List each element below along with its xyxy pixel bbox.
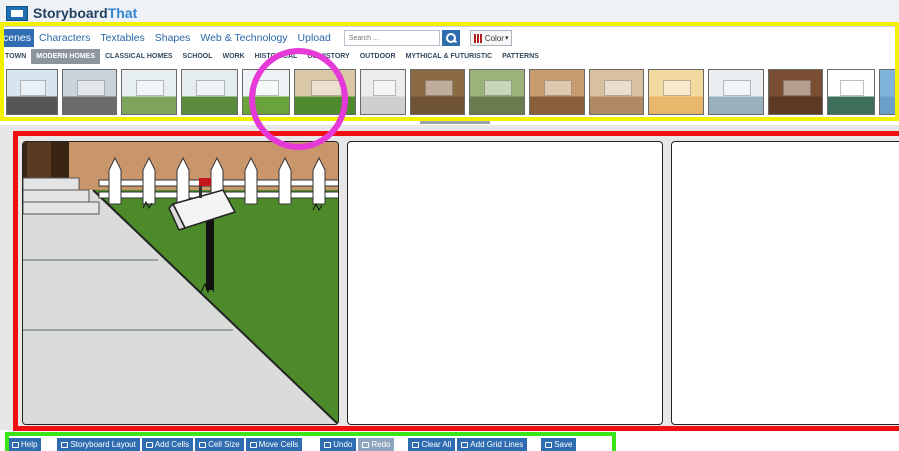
thumbnail-detail-icon — [663, 80, 691, 96]
thumbnail-detail-icon — [544, 80, 572, 96]
trash-icon — [412, 441, 420, 448]
grid-icon — [145, 441, 153, 448]
thumbnail-detail-icon — [20, 80, 46, 96]
tab-shapes[interactable]: Shapes — [150, 29, 196, 47]
category-patterns[interactable]: PATTERNS — [497, 49, 544, 64]
category-historical[interactable]: HISTORICAL — [250, 49, 303, 64]
category-modern-homes[interactable]: MODERN HOMES — [31, 49, 100, 64]
storyboardthat-logo-icon — [6, 5, 28, 21]
cell-size-button[interactable]: Cell Size — [195, 438, 244, 451]
color-dropdown-button[interactable]: Color ▾ — [469, 30, 513, 46]
category-classical-homes[interactable]: CLASSICAL HOMES — [100, 49, 178, 64]
storyboard-layout-label: Storyboard Layout — [70, 440, 136, 449]
scene-thumbnail-kids-bedroom[interactable] — [879, 69, 899, 115]
scene-thumbnail-green-room[interactable] — [469, 69, 525, 115]
tab-scenes[interactable]: cenes — [0, 29, 35, 47]
clear-all-button[interactable]: Clear All — [408, 438, 456, 451]
tab-web-technology[interactable]: Web & Technology — [195, 29, 292, 47]
storyboard-cell-2[interactable] — [347, 141, 663, 425]
caret-down-icon: ▾ — [504, 35, 509, 42]
storyboard-cell-3[interactable] — [671, 141, 899, 425]
thumbnail-detail-icon — [425, 80, 453, 96]
undo-label: Undo — [333, 440, 353, 449]
search-input[interactable] — [343, 30, 440, 46]
app-header: Storyboard That — [0, 0, 899, 27]
storyboard-toolbar: Help Storyboard Layout Add Cells Cell Si… — [0, 438, 899, 451]
color-grid-icon — [473, 33, 483, 43]
scene-thumbnail-yellow-houses[interactable] — [121, 69, 177, 115]
redo-icon — [362, 441, 370, 448]
move-cells-label: Move Cells — [258, 440, 299, 449]
add-cells-label: Add Cells — [154, 440, 190, 449]
undo-button[interactable]: Undo — [320, 438, 357, 451]
storyboard-layout-button[interactable]: Storyboard Layout — [57, 438, 140, 451]
thumbnail-detail-icon — [311, 80, 342, 96]
scene-thumbnail-tv-room-green[interactable] — [827, 69, 875, 115]
storyboard-cell-1[interactable] — [22, 141, 339, 425]
clear-all-label: Clear All — [421, 440, 452, 449]
scene-thumbnail-hallway[interactable] — [589, 69, 644, 115]
grid-lines-icon — [461, 441, 469, 448]
category-school[interactable]: SCHOOL — [178, 49, 218, 64]
scene-thumbnail-strip — [0, 64, 899, 118]
scene-thumbnail-white-house[interactable] — [242, 69, 290, 115]
thumbnail-detail-icon — [136, 80, 164, 96]
tab-characters[interactable]: Characters — [34, 29, 95, 47]
help-label: Help — [21, 440, 38, 449]
thumbnail-detail-icon — [196, 80, 225, 96]
add-grid-lines-button[interactable]: Add Grid Lines — [457, 438, 528, 451]
category-mythical-futuristic[interactable]: MYTHICAL & FUTURISTIC — [401, 49, 498, 64]
add-cells-button[interactable]: Add Cells — [141, 438, 194, 451]
category-work[interactable]: WORK — [218, 49, 250, 64]
help-button[interactable]: Help — [8, 438, 42, 451]
category-town[interactable]: TOWN — [0, 49, 31, 64]
thumbnail-detail-icon — [77, 80, 105, 96]
thumbnail-detail-icon — [255, 80, 279, 96]
tab-upload[interactable]: Upload — [293, 29, 336, 47]
thumbnail-detail-icon — [894, 80, 899, 96]
thumbnail-detail-icon — [484, 80, 512, 96]
add-grid-lines-label: Add Grid Lines — [470, 440, 524, 449]
thumbnail-scrollbar[interactable] — [420, 121, 490, 124]
logo-text-storyboard: Storyboard — [33, 5, 108, 21]
scene-thumbnail-sidewalk-fence[interactable] — [294, 69, 356, 115]
search-button[interactable] — [441, 30, 460, 46]
save-icon — [545, 441, 553, 448]
tab-textables[interactable]: Textables — [95, 29, 149, 47]
category-outdoor[interactable]: OUTDOOR — [355, 49, 401, 64]
layout-icon — [61, 441, 69, 448]
thumbnail-detail-icon — [840, 80, 864, 96]
scene-categories: TOWN MODERN HOMES CLASSICAL HOMES SCHOOL… — [0, 49, 899, 64]
save-label: Save — [554, 440, 573, 449]
redo-button[interactable]: Redo — [358, 438, 395, 451]
scene-thumbnail-library[interactable] — [768, 69, 823, 115]
thumbnail-detail-icon — [604, 80, 632, 96]
scene-thumbnail-bedroom-dresser[interactable] — [648, 69, 704, 115]
scene-thumbnail-blue-bedroom[interactable] — [708, 69, 764, 115]
move-icon — [249, 441, 257, 448]
thumbnail-detail-icon — [373, 80, 396, 96]
logo-text-that: That — [107, 5, 138, 21]
thumbnail-detail-icon — [723, 80, 751, 96]
scene-thumbnail-white-wall[interactable] — [360, 69, 406, 115]
library-tabs: cenes Characters Textables Shapes Web & … — [0, 27, 899, 49]
scene-thumbnail-brown-doors[interactable] — [410, 69, 465, 115]
undo-icon — [324, 441, 332, 448]
move-cells-button[interactable]: Move Cells — [245, 438, 303, 451]
scene-thumbnail-suburb-street[interactable] — [62, 69, 117, 115]
thumbnail-detail-icon — [783, 80, 811, 96]
redo-label: Redo — [371, 440, 391, 449]
cell-size-label: Cell Size — [208, 440, 240, 449]
color-button-label: Color — [484, 33, 504, 43]
sidewalk-mailbox-scene — [23, 142, 338, 424]
scene-thumbnail-street-fence[interactable] — [6, 69, 58, 115]
help-icon — [12, 441, 19, 448]
save-button[interactable]: Save — [541, 438, 577, 451]
scene-thumbnail-green-houses[interactable] — [181, 69, 238, 115]
category-us-history[interactable]: US HISTORY — [302, 49, 354, 64]
resize-icon — [199, 441, 207, 448]
scene-thumbnail-stairs-room[interactable] — [529, 69, 585, 115]
